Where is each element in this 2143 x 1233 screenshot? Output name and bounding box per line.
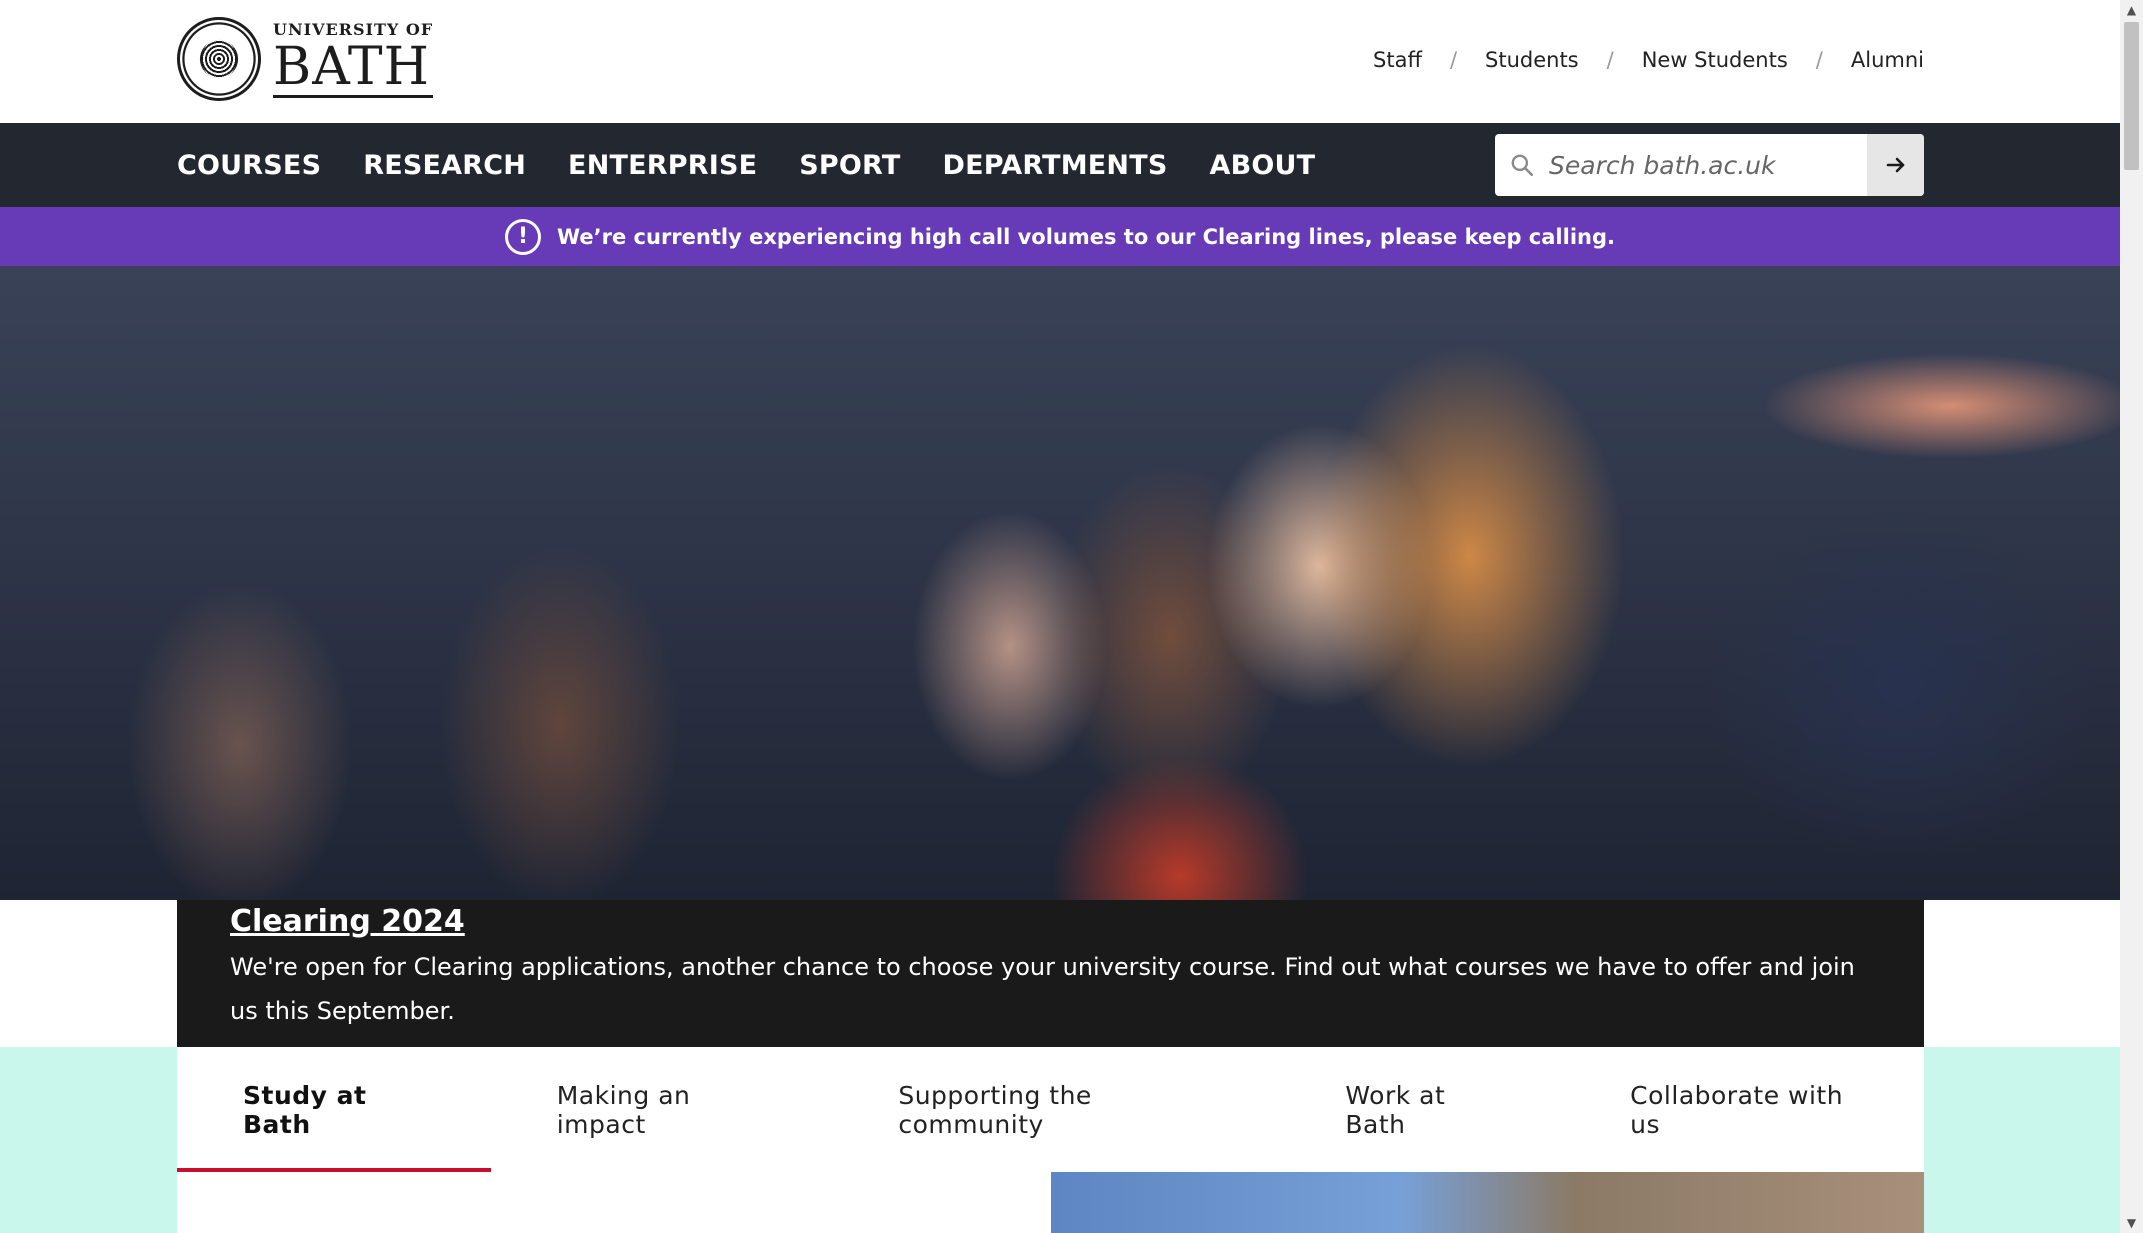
logo-small-text: UNIVERSITY OF <box>273 19 434 39</box>
logo-seal-icon <box>177 17 261 101</box>
alert-text: We’re currently experiencing high call v… <box>557 224 1615 249</box>
search-submit-button[interactable] <box>1867 134 1924 196</box>
page-scrollbar[interactable]: ▲ ▼ <box>2120 0 2143 1233</box>
exclamation-circle-icon: ! <box>505 218 541 255</box>
hero-caption-title-link[interactable]: Clearing 2024 <box>230 904 465 939</box>
hero-image <box>0 266 2120 900</box>
main-nav: COURSES RESEARCH ENTERPRISE SPORT DEPART… <box>0 123 2120 207</box>
util-link-staff[interactable]: Staff <box>1373 48 1422 72</box>
util-link-new-students[interactable]: New Students <box>1642 48 1788 72</box>
caption-right-margin <box>1924 900 2120 1047</box>
nav-item-courses[interactable]: COURSES <box>177 150 321 181</box>
hero-caption: Clearing 2024 We're open for Clearing ap… <box>177 900 1924 1047</box>
nav-item-enterprise[interactable]: ENTERPRISE <box>568 150 757 181</box>
util-link-alumni[interactable]: Alumni <box>1851 48 1924 72</box>
tab-making-an-impact[interactable]: Making an impact <box>491 1047 833 1172</box>
util-separator: / <box>1815 48 1823 72</box>
utility-nav: Staff / Students / New Students / Alumni <box>1373 48 1924 72</box>
scroll-up-arrow-icon[interactable]: ▲ <box>2120 0 2143 20</box>
caption-left-margin <box>0 900 177 1047</box>
university-logo[interactable]: UNIVERSITY OF BATH <box>177 17 434 101</box>
tab-panel-image <box>1051 1172 1924 1233</box>
scroll-down-arrow-icon[interactable]: ▼ <box>2120 1213 2143 1233</box>
search-input[interactable] <box>1549 134 1867 196</box>
util-link-students[interactable]: Students <box>1485 48 1579 72</box>
nav-item-research[interactable]: RESEARCH <box>363 150 526 181</box>
logo-wordmark: UNIVERSITY OF BATH <box>273 19 434 98</box>
content-tabs: Study at Bath Making an impact Supportin… <box>177 1047 1924 1172</box>
nav-item-sport[interactable]: SPORT <box>799 150 900 181</box>
util-separator: / <box>1606 48 1614 72</box>
main-nav-items: COURSES RESEARCH ENTERPRISE SPORT DEPART… <box>177 123 1357 207</box>
scroll-thumb[interactable] <box>2124 22 2139 170</box>
tab-work-at-bath[interactable]: Work at Bath <box>1279 1047 1564 1172</box>
tab-panel-text-area <box>177 1172 1051 1233</box>
search-box <box>1495 134 1924 196</box>
search-icon <box>1495 134 1549 196</box>
util-separator: / <box>1449 48 1458 72</box>
logo-big-text: BATH <box>273 39 434 98</box>
tab-collaborate-with-us[interactable]: Collaborate with us <box>1564 1047 1924 1172</box>
nav-item-departments[interactable]: DEPARTMENTS <box>942 150 1167 181</box>
hero-caption-text: We're open for Clearing applications, an… <box>230 953 1855 1025</box>
nav-item-about[interactable]: ABOUT <box>1209 150 1315 181</box>
arrow-right-icon <box>1886 157 1904 173</box>
site-header: UNIVERSITY OF BATH Staff / Students / Ne… <box>0 0 2120 123</box>
tab-supporting-the-community[interactable]: Supporting the community <box>832 1047 1279 1172</box>
alert-banner: ! We’re currently experiencing high call… <box>0 207 2120 266</box>
tab-study-at-bath[interactable]: Study at Bath <box>177 1047 491 1172</box>
